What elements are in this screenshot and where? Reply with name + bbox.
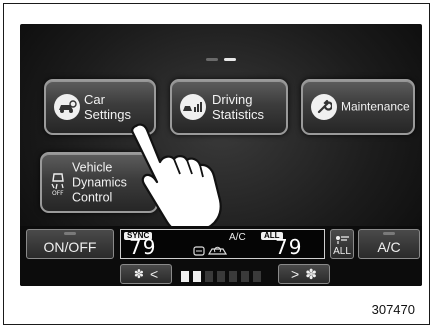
fan-level-segment — [229, 271, 237, 282]
svg-text:OFF: OFF — [52, 190, 64, 196]
recirculation-icon — [193, 244, 233, 262]
car-bars-icon — [180, 94, 206, 120]
fan-level-segment — [241, 271, 249, 282]
fan-level-segment — [205, 271, 213, 282]
left-temperature[interactable]: 79 — [129, 235, 156, 259]
driving-statistics-line-2: Statistics — [212, 107, 265, 122]
maintenance-button[interactable]: Maintenance — [301, 79, 415, 135]
pointing-hand-icon — [131, 123, 222, 234]
ac-button-label: A/C — [377, 238, 401, 255]
fan-level-segment — [181, 271, 189, 282]
fan-increase-button[interactable]: > ✽ — [278, 264, 330, 284]
fan-icon: ✽ — [133, 267, 144, 281]
page-indicator-dot — [206, 58, 218, 61]
ac-status-label: A/C — [229, 232, 246, 243]
ac-button[interactable]: A/C — [358, 229, 420, 259]
wrench-icon — [311, 94, 337, 120]
right-temperature[interactable]: 79 — [275, 235, 302, 259]
fan-decrease-arrow: < — [149, 266, 159, 282]
car-gear-icon — [54, 94, 80, 120]
airflow-all-label: ALL — [333, 246, 351, 257]
driving-statistics-label: Driving Statistics — [212, 92, 264, 122]
climate-on-off-button[interactable]: ON/OFF — [26, 229, 114, 259]
fan-decrease-button[interactable]: ✽ < — [120, 264, 172, 284]
airflow-all-button[interactable]: ALL — [330, 229, 354, 259]
figure-frame: Car Settings Driving Statistics Maintena… — [3, 3, 430, 325]
infotainment-screen: Car Settings Driving Statistics Maintena… — [20, 24, 422, 286]
vehicle-dynamics-line-1: Vehicle — [72, 160, 113, 174]
temperature-panel: SYNC 79 A/C ALL 79 — [120, 229, 325, 259]
fan-increase-arrow: > — [291, 266, 300, 282]
figure-id: 307470 — [371, 302, 415, 317]
driving-statistics-line-1: Driving — [212, 92, 253, 107]
ac-indicator — [383, 232, 395, 235]
fan-level-segment — [253, 271, 261, 282]
vehicle-dynamics-label: Vehicle Dynamics Control — [72, 160, 127, 205]
car-settings-label: Car Settings — [84, 92, 131, 122]
fan-icon: ✽ — [305, 265, 317, 282]
car-off-icon: OFF — [49, 170, 67, 196]
vehicle-dynamics-line-2: Dynamics — [72, 175, 127, 189]
on-off-indicator — [64, 232, 76, 235]
page-indicator-dot-active — [224, 58, 236, 61]
fan-level-segment — [217, 271, 225, 282]
on-off-label: ON/OFF — [43, 238, 97, 255]
maintenance-label: Maintenance — [341, 99, 410, 114]
vehicle-dynamics-line-3: Control — [72, 190, 113, 204]
fan-level-segment — [193, 271, 201, 282]
